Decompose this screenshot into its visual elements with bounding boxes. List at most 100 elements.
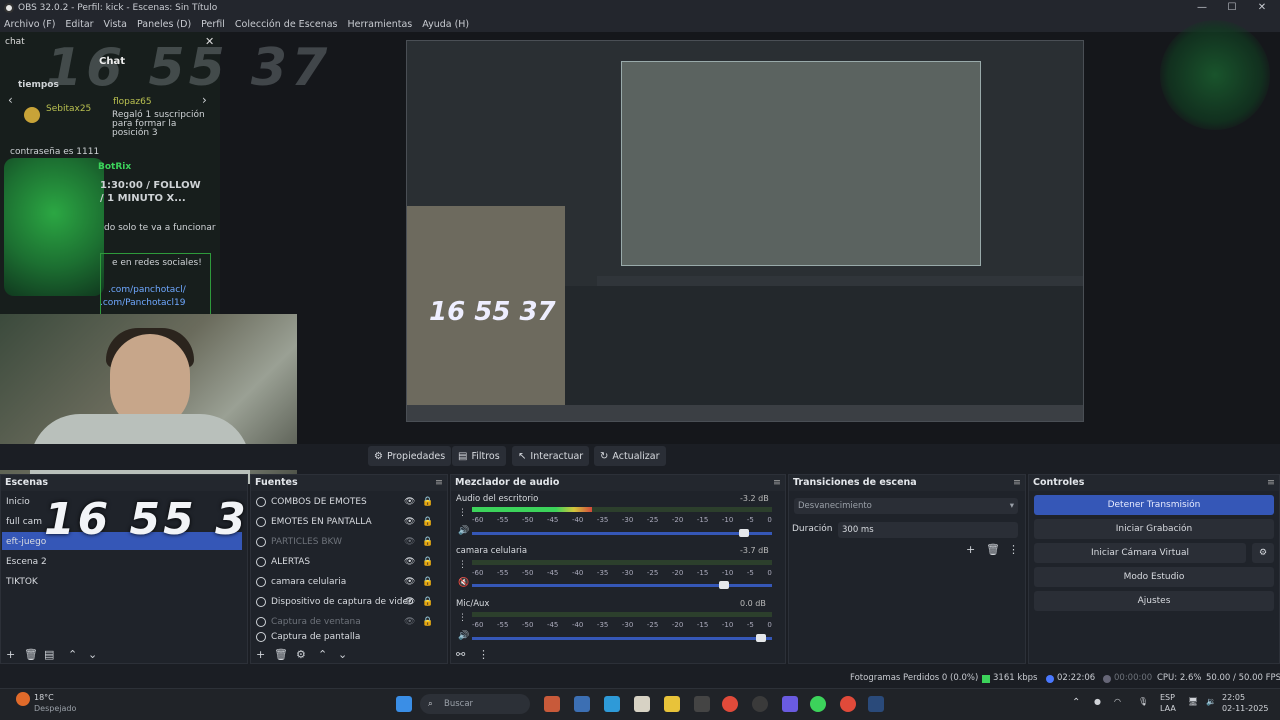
remove-source-button[interactable]: 🗑 [274, 648, 288, 661]
remove-transition-button[interactable]: 🗑 [986, 543, 1000, 556]
chat-prev-icon[interactable]: ‹ [8, 93, 13, 107]
language-secondary[interactable]: LAA [1160, 704, 1176, 713]
eye-icon[interactable]: 👁 [404, 597, 415, 607]
volume-slider-knob[interactable] [738, 529, 749, 537]
dock-menu-icon[interactable]: ≡ [435, 475, 443, 491]
dock-menu-icon[interactable]: ≡ [773, 475, 781, 491]
maximize-button[interactable]: ☐ [1218, 0, 1246, 16]
source-properties-button[interactable]: ⚙ [296, 648, 306, 661]
taskbar-app-icon[interactable] [634, 696, 650, 712]
remove-scene-button[interactable]: 🗑 [24, 648, 38, 661]
menu-docks[interactable]: Paneles (D) [137, 19, 191, 30]
lock-icon[interactable]: 🔒 [422, 517, 433, 527]
close-window-button[interactable]: ✕ [1248, 0, 1276, 16]
menu-scene-collection[interactable]: Colección de Escenas [235, 19, 338, 30]
virtual-camera-settings-gear-icon[interactable]: ⚙ [1252, 543, 1274, 563]
add-scene-button[interactable]: + [6, 648, 15, 661]
properties-button[interactable]: ⚙ Propiedades [368, 446, 452, 466]
move-scene-down-button[interactable]: ⌄ [88, 648, 97, 661]
volume-slider[interactable] [472, 529, 772, 537]
file-explorer-icon[interactable] [574, 696, 590, 712]
chevron-up-icon[interactable]: ⌃ [1072, 697, 1080, 708]
program-canvas[interactable]: 16 55 37 [406, 40, 1084, 422]
source-row[interactable]: EMOTES EN PANTALLA 👁 🔒 [256, 513, 440, 531]
obs-taskbar-icon[interactable] [752, 696, 768, 712]
transition-menu-icon[interactable]: ⋮ [1008, 543, 1019, 556]
terminal-icon[interactable] [694, 696, 710, 712]
clock-date[interactable]: 02-11-2025 [1222, 704, 1269, 713]
volume-icon[interactable]: 🔉 [1206, 697, 1216, 706]
chat-close-button[interactable]: ✕ [205, 35, 214, 48]
eye-icon[interactable]: 👁 [404, 517, 415, 527]
steam-icon[interactable] [868, 696, 884, 712]
duration-input[interactable]: 300 ms [838, 522, 1018, 538]
scene-filters-button[interactable]: ▤ [44, 648, 54, 661]
eye-hidden-icon[interactable]: 👁 [404, 617, 415, 627]
volume-slider-knob[interactable] [718, 581, 729, 589]
source-row-hidden[interactable]: PARTICLES BKW 👁 🔒 [256, 533, 440, 551]
add-transition-button[interactable]: + [966, 543, 975, 556]
chat-link-1[interactable]: .com/panchotacl/ [108, 285, 186, 295]
folder-icon[interactable] [664, 696, 680, 712]
menu-edit[interactable]: Editar [65, 19, 93, 30]
channel-menu-icon[interactable]: ⋮ [458, 560, 467, 570]
source-row-hidden[interactable]: Captura de ventana 👁 🔒 [256, 613, 440, 631]
volume-slider-knob[interactable] [756, 634, 767, 642]
scene-item-selected[interactable]: eft-juego [6, 537, 46, 547]
mic-icon[interactable]: 🎙 [1138, 697, 1148, 706]
transition-select[interactable]: Desvanecimiento ▾ [794, 498, 1018, 514]
scene-item[interactable]: full cam [6, 517, 42, 527]
channel-menu-icon[interactable]: ⋮ [458, 508, 467, 518]
interact-button[interactable]: ↖ Interactuar [512, 446, 590, 466]
eye-icon[interactable]: 👁 [404, 497, 415, 507]
source-row[interactable]: Captura de pantalla [256, 631, 440, 643]
eye-icon[interactable]: 👁 [404, 557, 415, 567]
source-row[interactable]: Dispositivo de captura de video 👁 🔒 [256, 593, 440, 611]
weather-icon[interactable] [16, 692, 30, 706]
start-virtual-camera-button[interactable]: Iniciar Cámara Virtual [1034, 543, 1246, 563]
eye-hidden-icon[interactable]: 👁 [404, 537, 415, 547]
volume-slider[interactable] [472, 581, 772, 589]
weather-temp[interactable]: 18°C [34, 693, 54, 702]
chat-link-2[interactable]: .com/Panchotacl19 [100, 298, 185, 308]
speaker-icon[interactable]: 🔊 [458, 526, 469, 536]
chrome-icon-2[interactable] [840, 696, 856, 712]
refresh-button[interactable]: ↻ Actualizar [594, 446, 666, 466]
clock-time[interactable]: 22:05 [1222, 693, 1245, 702]
spotify-icon[interactable] [810, 696, 826, 712]
mixer-menu-icon[interactable]: ⋮ [478, 648, 489, 661]
chrome-icon[interactable] [722, 696, 738, 712]
source-row[interactable]: ALERTAS 👁 🔒 [256, 553, 440, 571]
channel-menu-icon[interactable]: ⋮ [458, 613, 467, 623]
minimize-button[interactable]: — [1188, 0, 1216, 16]
network-icon[interactable]: 🖥 [1188, 697, 1198, 706]
weather-desc[interactable]: Despejado [34, 704, 76, 713]
start-recording-button[interactable]: Iniciar Grabación [1034, 519, 1274, 539]
chat-next-icon[interactable]: › [202, 93, 207, 107]
store-icon[interactable] [604, 696, 620, 712]
speaker-icon[interactable]: 🔊 [458, 631, 469, 641]
speaker-muted-icon[interactable]: 🔇 [458, 578, 469, 588]
menu-help[interactable]: Ayuda (H) [422, 19, 469, 30]
studio-mode-button[interactable]: Modo Estudio [1034, 567, 1274, 587]
move-source-down-button[interactable]: ⌄ [338, 648, 347, 661]
lock-icon[interactable]: 🔒 [422, 537, 433, 547]
menu-file[interactable]: Archivo (F) [4, 19, 55, 30]
scene-item[interactable]: Escena 2 [6, 557, 47, 567]
menu-tools[interactable]: Herramientas [348, 19, 413, 30]
lock-icon[interactable]: 🔒 [422, 577, 433, 587]
menu-view[interactable]: Vista [104, 19, 127, 30]
eye-icon[interactable]: 👁 [404, 577, 415, 587]
stop-streaming-button[interactable]: Detener Transmisión [1034, 495, 1274, 515]
settings-button[interactable]: Ajustes [1034, 591, 1274, 611]
source-row[interactable]: camara celularia 👁 🔒 [256, 573, 440, 591]
lock-icon[interactable]: 🔒 [422, 597, 433, 607]
lock-icon[interactable]: 🔒 [422, 617, 433, 627]
volume-slider[interactable] [472, 634, 772, 642]
filters-button[interactable]: ▤ Filtros [452, 446, 506, 466]
language-primary[interactable]: ESP [1160, 693, 1175, 702]
source-row[interactable]: COMBOS DE EMOTES 👁 🔒 [256, 493, 440, 511]
windows-start-icon[interactable] [396, 696, 412, 712]
wifi-icon[interactable]: ◠ [1114, 697, 1121, 706]
mixer-link-icon[interactable]: ⚯ [456, 648, 465, 661]
